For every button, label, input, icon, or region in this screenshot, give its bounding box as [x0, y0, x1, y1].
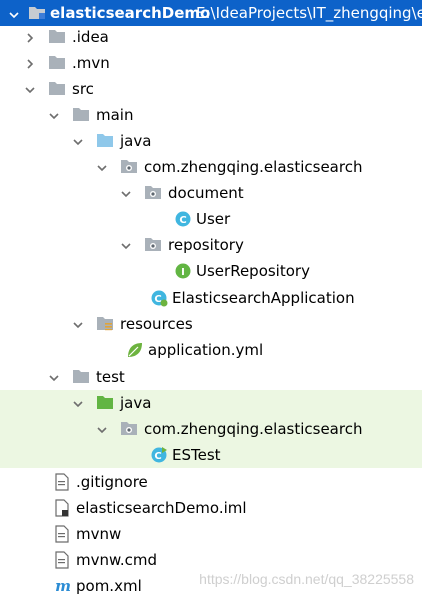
folder-icon [48, 80, 66, 98]
tree-item-label: mvnw [76, 525, 122, 543]
spring-config-icon [126, 341, 144, 359]
folder-icon [72, 368, 90, 386]
resources-folder-icon [96, 315, 114, 333]
tree-item-label: ElasticsearchApplication [172, 289, 355, 307]
tree-item-label: UserRepository [196, 262, 310, 280]
class-icon: C [174, 210, 192, 228]
svg-text:m: m [55, 577, 71, 595]
folder-icon [72, 106, 90, 124]
tree-item-label: mvnw.cmd [76, 551, 158, 569]
tree-item-label: pom.xml [76, 577, 142, 595]
chevron-right-icon[interactable] [24, 56, 36, 74]
package-icon [120, 158, 138, 176]
tree-item-label: .gitignore [76, 473, 148, 491]
module-file-icon [54, 499, 72, 517]
tree-item-label: src [72, 80, 94, 98]
tree-item-label: repository [168, 236, 244, 254]
tree-item-label: User [196, 210, 231, 228]
tree-item-label: .mvn [72, 54, 110, 72]
folder-icon [48, 54, 66, 72]
chevron-down-icon[interactable] [48, 108, 60, 126]
chevron-down-icon[interactable] [72, 134, 84, 152]
project-path: E:\IdeaProjects\IT_zhengqing\e [196, 4, 422, 22]
chevron-down-icon[interactable] [24, 82, 36, 100]
tree-item-label: test [96, 368, 125, 386]
chevron-down-icon[interactable] [96, 422, 108, 440]
chevron-down-icon[interactable] [48, 370, 60, 388]
watermark: https://blog.csdn.net/qq_38225558 [199, 571, 414, 587]
folder-icon [48, 28, 66, 46]
chevron-down-icon[interactable] [96, 160, 108, 178]
source-folder-icon [96, 132, 114, 150]
svg-text:I: I [181, 267, 185, 278]
package-icon [144, 184, 162, 202]
maven-icon: m [54, 577, 72, 595]
project-name: elasticsearchDemo [50, 4, 211, 22]
tree-item-label: com.zhengqing.elasticsearch [144, 158, 363, 176]
chevron-down-icon[interactable] [72, 396, 84, 414]
tree-item-label: resources [120, 315, 193, 333]
tree-item-label: application.yml [148, 341, 264, 359]
text-file-icon [54, 525, 72, 543]
tree-item-label: java [120, 132, 152, 150]
tree-item-label: elasticsearchDemo.iml [76, 499, 247, 517]
svg-text:C: C [154, 451, 161, 462]
text-file-icon [54, 473, 72, 491]
package-icon [120, 420, 138, 438]
tree-item-label: .idea [72, 28, 109, 46]
chevron-down-icon[interactable] [8, 7, 20, 25]
spring-boot-class-icon: C [150, 289, 168, 307]
tree-item-label: com.zhengqing.elasticsearch [144, 420, 363, 438]
test-class-icon: C [150, 446, 168, 464]
tree-item-label: java [120, 394, 152, 412]
module-folder-icon [28, 4, 46, 24]
chevron-down-icon[interactable] [120, 238, 132, 256]
chevron-down-icon[interactable] [72, 317, 84, 335]
chevron-down-icon[interactable] [120, 186, 132, 204]
svg-text:C: C [179, 215, 186, 226]
package-icon [144, 236, 162, 254]
tree-item-label: ESTest [172, 446, 221, 464]
tree-item-label: main [96, 106, 134, 124]
chevron-right-icon[interactable] [24, 30, 36, 48]
text-file-icon [54, 551, 72, 569]
tree-item-label: document [168, 184, 244, 202]
interface-icon: I [174, 262, 192, 280]
test-source-folder-icon [96, 394, 114, 412]
project-root-row[interactable]: elasticsearchDemo E:\IdeaProjects\IT_zhe… [0, 0, 422, 26]
